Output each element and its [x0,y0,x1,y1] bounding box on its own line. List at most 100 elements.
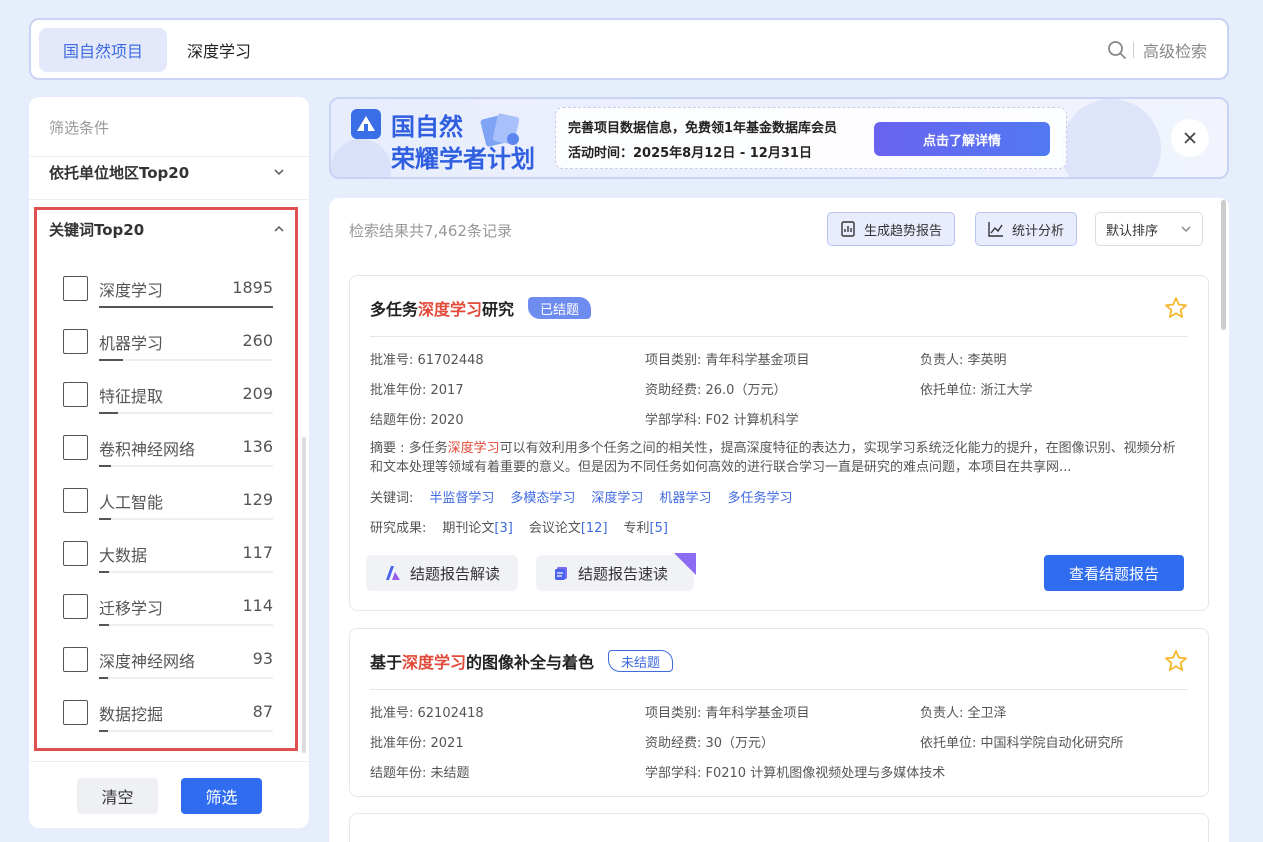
patents[interactable]: 专利[5] [624,517,668,536]
keyword-filter-item[interactable]: 人工智能 129 [63,485,273,538]
filter-button[interactable]: 筛选 [181,778,262,814]
keyword-share-fill [99,571,110,573]
keyword-link[interactable]: 深度学习 [591,487,643,506]
close-icon [1184,132,1196,144]
keyword-link[interactable]: 多任务学习 [727,487,792,506]
chevron-down-icon[interactable] [272,165,286,179]
keyword-share-bar [99,306,273,308]
view-report-button[interactable]: 查看结题报告 [1044,555,1184,591]
keyword-count: 260 [242,331,273,350]
keyword-filter-item[interactable]: 深度神经网络 93 [63,644,273,697]
banner-offer-text: 完善项目数据信息，免费领1年基金数据库会员 [568,121,838,136]
new-tag-icon [674,553,696,575]
keyword-share-fill [99,730,108,732]
chevron-up-icon[interactable] [272,222,286,236]
keyword-link[interactable]: 半监督学习 [429,487,494,506]
host-institution: 依托单位: 中国科学院自动化研究所 [920,736,1124,751]
report-icon [841,221,855,237]
results-scrollbar[interactable] [1221,200,1226,330]
nsfc-logo [351,109,381,139]
card-title[interactable]: 多任务深度学习研究 [370,296,514,320]
keyword-label: 深度神经网络 [99,652,196,671]
keyword-checkbox[interactable] [63,700,88,725]
keyword-filter-item[interactable]: 迁移学习 114 [63,591,273,644]
keyword-filter-item[interactable]: 机器学习 260 [63,326,273,379]
keyword-share-bar [99,730,273,732]
search-icon[interactable] [1107,40,1127,60]
journal-papers[interactable]: 期刊论文[3] [442,517,512,536]
result-card: 多任务深度学习研究 已结题 批准号: 61702448 项目类别: 青年科学基金… [349,275,1209,611]
divider [29,199,309,200]
promo-banner: 国自然 荣耀学者计划 完善项目数据信息，免费领1年基金数据库会员 活动时间：20… [329,97,1229,179]
keyword-checkbox[interactable] [63,488,88,513]
keyword-link[interactable]: 多模态学习 [510,487,575,506]
card-title[interactable]: 基于深度学习的图像补全与着色 [370,649,594,673]
stats-analysis-button[interactable]: 统计分析 [975,212,1078,246]
project-category: 项目类别: 青年科学基金项目 [645,353,810,368]
result-card: 基于深度学习的图像补全与着色 未结题 批准号: 62102418 项目类别: 青… [349,628,1209,797]
keyword-checkbox[interactable] [63,541,88,566]
funding-amount: 资助经费: 26.0（万元） [645,383,787,398]
divider [29,761,309,762]
keyword-share-bar [99,571,273,573]
banner-decoration [1061,99,1161,177]
keyword-filter-item[interactable]: 特征提取 209 [63,379,273,432]
chevron-down-icon [1181,226,1191,232]
approval-number: 批准号: 62102418 [370,706,484,721]
search-input[interactable] [187,28,1067,72]
learn-more-button[interactable]: 点击了解详情 [874,122,1050,156]
conference-papers[interactable]: 会议论文[12] [529,517,608,536]
keyword-share-bar [99,624,273,626]
end-year: 结题年份: 未结题 [370,766,470,781]
keyword-label: 卷积神经网络 [99,440,196,459]
keywords-label: 关键词: [370,491,414,506]
trend-report-button[interactable]: 生成趋势报告 [827,212,956,246]
keyword-checkbox[interactable] [63,382,88,407]
search-divider [1133,42,1134,58]
report-quickread-button[interactable]: 结题报告速读 [536,553,696,591]
keyword-count: 117 [242,543,273,562]
keyword-label: 数据挖掘 [99,705,164,724]
keyword-checkbox[interactable] [63,594,88,619]
results-panel: 检索结果共7,462条记录 生成趋势报告 统计分析 默认排序 多任务深度学习研究… [329,198,1229,842]
funding-amount: 资助经费: 30（万元） [645,736,775,751]
divider [29,156,309,157]
keyword-share-fill [99,624,110,626]
banner-date-text: 活动时间：2025年8月12日 - 12月31日 [568,146,812,161]
filter-title: 筛选条件 [49,119,110,137]
keyword-checkbox[interactable] [63,435,88,460]
keyword-filter-item[interactable]: 卷积神经网络 136 [63,432,273,485]
keyword-count: 87 [252,702,273,721]
keyword-share-bar [99,677,273,679]
keyword-share-fill [99,412,119,414]
keyword-checkbox[interactable] [63,329,88,354]
search-type-tab[interactable]: 国自然项目 [39,28,167,72]
approval-number: 批准号: 61702448 [370,353,484,368]
ai-logo-icon [386,566,400,580]
keyword-count: 209 [242,384,273,403]
keyword-label: 深度学习 [99,281,164,300]
section-keywords-header[interactable]: 关键词Top20 [49,219,144,240]
keyword-filter-item[interactable]: 深度学习 1895 [63,273,273,326]
stats-analysis-label: 统计分析 [1012,223,1065,239]
keyword-share-bar [99,412,273,414]
document-icon [555,567,567,580]
report-interpret-button[interactable]: 结题报告解读 [366,555,519,591]
favorite-star-icon[interactable] [1164,296,1188,320]
section-region-header[interactable]: 依托单位地区Top20 [49,162,189,183]
close-banner-button[interactable] [1171,119,1209,157]
sidebar-scrollbar[interactable] [302,437,306,753]
sort-dropdown[interactable]: 默认排序 [1095,212,1203,246]
clear-button[interactable]: 清空 [77,778,158,814]
keyword-share-fill [99,677,108,679]
advanced-search-link[interactable]: 高级检索 [1143,38,1207,62]
result-card [349,813,1209,842]
favorite-star-icon[interactable] [1164,649,1188,673]
keyword-checkbox[interactable] [63,647,88,672]
card-keywords: 关键词: 半监督学习 多模态学习 深度学习 机器学习 多任务学习 [370,487,792,506]
keyword-filter-item[interactable]: 大数据 117 [63,538,273,591]
keyword-link[interactable]: 机器学习 [659,487,711,506]
project-category: 项目类别: 青年科学基金项目 [645,706,810,721]
keyword-filter-item[interactable]: 数据挖掘 87 [63,697,273,750]
keyword-checkbox[interactable] [63,276,88,301]
